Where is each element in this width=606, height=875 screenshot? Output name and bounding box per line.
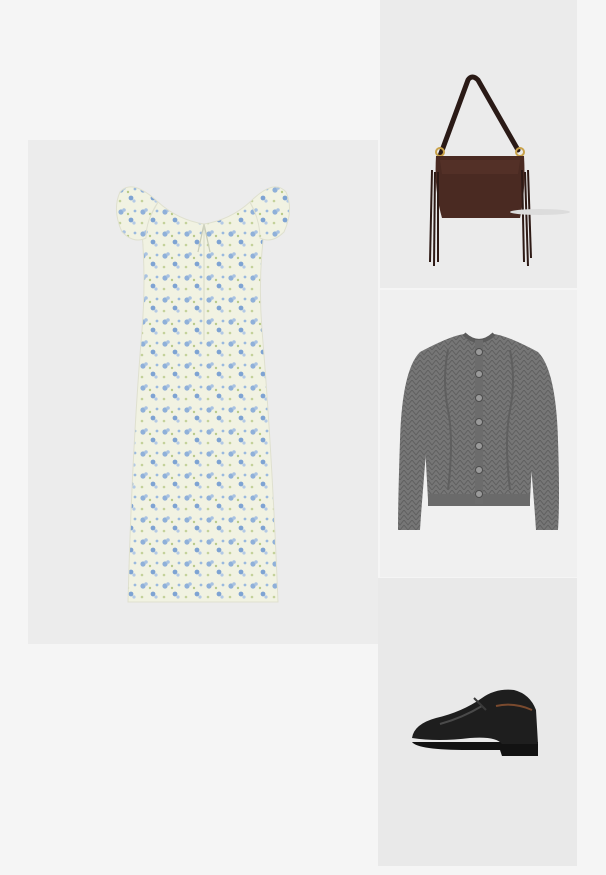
floral-dress-image	[116, 186, 290, 603]
dress-product-tile[interactable]	[28, 140, 378, 644]
loafer-product-tile[interactable]	[378, 578, 577, 866]
leather-bag-image	[429, 74, 570, 267]
loafer-image	[412, 689, 538, 756]
cardigan-image	[398, 332, 559, 530]
outfit-board: { "items": [ {"name": "floral-midi-dress…	[0, 0, 606, 875]
bag-product-tile[interactable]	[380, 0, 577, 288]
cardigan-product-tile[interactable]	[380, 290, 577, 577]
